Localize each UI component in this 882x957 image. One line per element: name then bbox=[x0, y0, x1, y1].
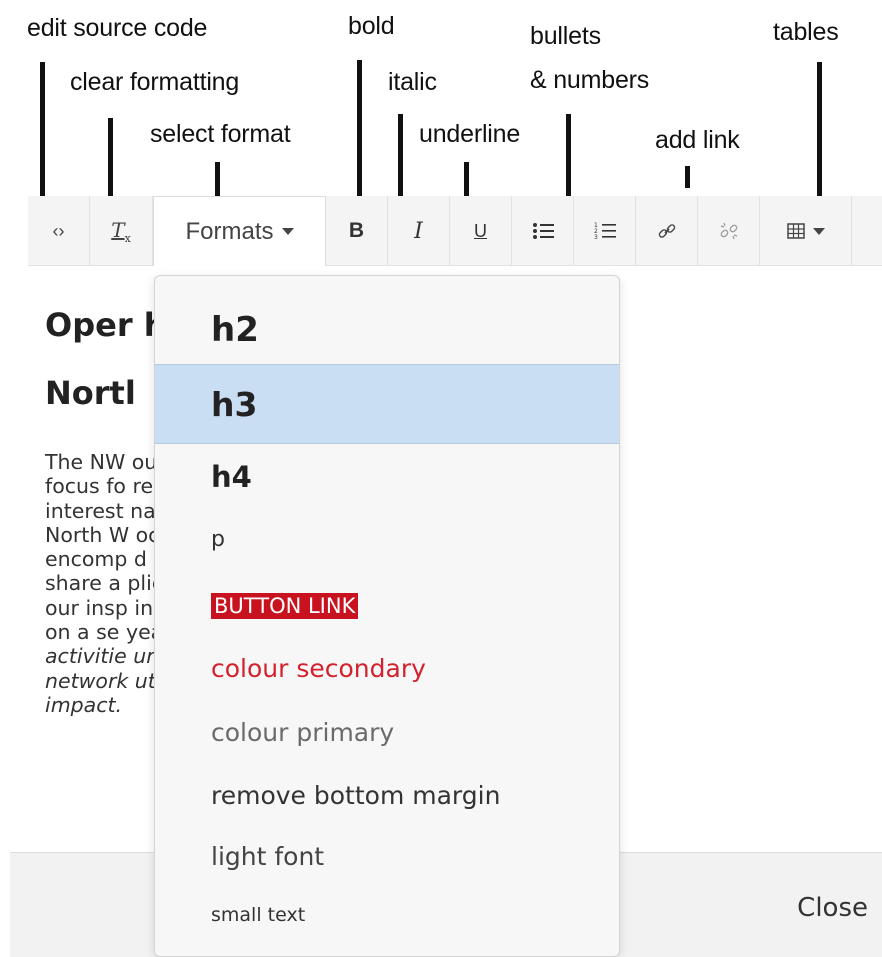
unlink-icon bbox=[720, 222, 737, 240]
pointer-line bbox=[566, 114, 571, 198]
content-heading-line: Nortl bbox=[45, 374, 136, 412]
underline-icon: U bbox=[474, 220, 487, 241]
source-code-button[interactable]: ‹› bbox=[28, 196, 90, 266]
annotation-clear-formatting: clear formatting bbox=[70, 68, 240, 96]
annotation-underline: underline bbox=[419, 120, 521, 148]
pointer-line bbox=[108, 118, 113, 198]
table-icon bbox=[786, 223, 805, 239]
menu-item-h3[interactable]: h3 bbox=[155, 364, 619, 444]
annotation-bold: bold bbox=[348, 12, 395, 40]
formats-dropdown-button[interactable]: Formats bbox=[153, 196, 326, 266]
italic-button[interactable]: I bbox=[388, 196, 450, 266]
bold-icon: B bbox=[348, 219, 365, 242]
menu-item-colour-primary[interactable]: colour primary bbox=[155, 702, 619, 762]
bullet-list-icon bbox=[532, 223, 554, 239]
numbered-list-icon: 1 2 3 bbox=[594, 222, 616, 241]
pointer-line bbox=[398, 114, 403, 198]
chevron-down-icon bbox=[812, 227, 825, 235]
close-button[interactable]: Close bbox=[797, 893, 868, 923]
table-dropdown-button[interactable] bbox=[760, 196, 852, 266]
menu-item-h2[interactable]: h2 bbox=[155, 294, 619, 366]
chevron-down-icon bbox=[281, 228, 294, 235]
link-icon bbox=[658, 224, 675, 238]
menu-item-h4[interactable]: h4 bbox=[155, 446, 619, 508]
pointer-line bbox=[464, 162, 469, 198]
annotation-tables: tables bbox=[773, 18, 839, 46]
pointer-line bbox=[215, 162, 220, 198]
formats-menu: h2 h3 h4 p BUTTON LINK colour secondary … bbox=[154, 275, 620, 957]
clear-formatting-icon: Tx bbox=[111, 217, 131, 245]
menu-item-colour-secondary[interactable]: colour secondary bbox=[155, 638, 619, 698]
unlink-button[interactable] bbox=[698, 196, 760, 266]
pointer-line bbox=[40, 62, 45, 198]
bullet-list-button[interactable] bbox=[512, 196, 574, 266]
menu-item-button-link[interactable]: BUTTON LINK bbox=[155, 576, 619, 636]
svg-text:3: 3 bbox=[594, 234, 598, 241]
menu-item-p[interactable]: p bbox=[155, 510, 619, 568]
pointer-line bbox=[685, 166, 690, 188]
annotation-add-link: add link bbox=[655, 126, 740, 154]
menu-item-light-font[interactable]: light font bbox=[155, 826, 619, 886]
annotation-select-format: select format bbox=[150, 120, 291, 148]
numbered-list-button[interactable]: 1 2 3 bbox=[574, 196, 636, 266]
pointer-line bbox=[817, 62, 822, 198]
editor-toolbar: ‹› Tx Formats B I U 1 2 3 bbox=[28, 196, 882, 266]
menu-item-small-text[interactable]: small text bbox=[155, 888, 619, 942]
annotation-italic: italic bbox=[388, 68, 437, 96]
annotation-edit-source-code: edit source code bbox=[27, 14, 208, 42]
italic-icon: I bbox=[414, 218, 423, 244]
menu-item-remove-bottom-margin[interactable]: remove bottom margin bbox=[155, 764, 619, 826]
bold-button[interactable]: B bbox=[326, 196, 388, 266]
link-button[interactable] bbox=[636, 196, 698, 266]
button-link-label: BUTTON LINK bbox=[211, 593, 359, 619]
pointer-line bbox=[357, 60, 362, 198]
annotation-numbers: & numbers bbox=[530, 66, 650, 94]
formats-label: Formats bbox=[185, 217, 274, 245]
code-icon: ‹› bbox=[52, 220, 65, 241]
underline-button[interactable]: U bbox=[450, 196, 512, 266]
annotation-bullets: bullets bbox=[530, 22, 601, 50]
clear-formatting-button[interactable]: Tx bbox=[90, 196, 153, 266]
